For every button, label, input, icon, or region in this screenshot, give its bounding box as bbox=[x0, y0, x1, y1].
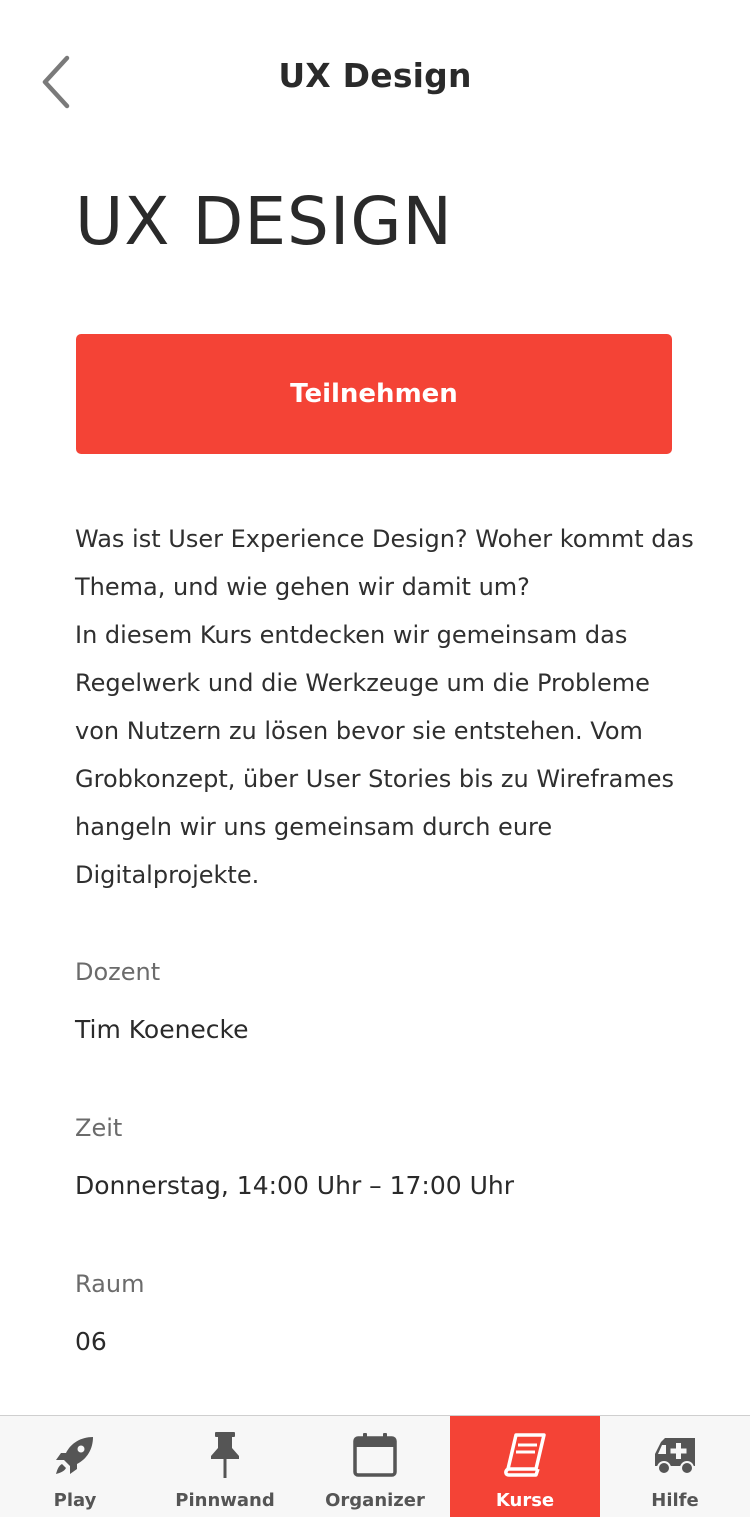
tab-label-pinnwand: Pinnwand bbox=[175, 1490, 275, 1511]
header-bar: UX Design bbox=[0, 0, 750, 156]
tab-label-play: Play bbox=[53, 1490, 97, 1511]
tab-label-kurse: Kurse bbox=[495, 1490, 555, 1511]
pin-icon bbox=[211, 1432, 239, 1478]
room-value: 06 bbox=[75, 1327, 107, 1356]
tab-hilfe[interactable]: Hilfe bbox=[600, 1416, 750, 1517]
book-icon bbox=[504, 1433, 546, 1477]
calendar-icon bbox=[353, 1433, 397, 1477]
time-label: Zeit bbox=[75, 1114, 123, 1142]
tab-organizer[interactable]: Organizer bbox=[300, 1416, 450, 1517]
tab-pinnwand[interactable]: Pinnwand bbox=[150, 1416, 300, 1517]
page-title: UX DESIGN bbox=[75, 183, 453, 260]
tab-label-organizer: Organizer bbox=[325, 1490, 425, 1511]
lecturer-value: Tim Koenecke bbox=[75, 1015, 249, 1044]
header-title: UX Design bbox=[278, 56, 472, 95]
join-button[interactable]: Teilnehmen bbox=[76, 334, 672, 454]
lecturer-label: Dozent bbox=[75, 958, 161, 986]
rocket-icon bbox=[56, 1437, 93, 1474]
tab-label-hilfe: Hilfe bbox=[651, 1490, 699, 1511]
ambulance-icon bbox=[655, 1438, 695, 1475]
tab-play[interactable]: Play bbox=[0, 1416, 150, 1517]
course-description: Was ist User Experience Design? Woher ko… bbox=[75, 525, 694, 889]
tab-kurse[interactable]: Kurse bbox=[450, 1416, 600, 1517]
time-value: Donnerstag, 14:00 Uhr – 17:00 Uhr bbox=[75, 1171, 515, 1200]
room-label: Raum bbox=[75, 1270, 145, 1298]
tab-bar: Play Pinnwand Organizer Kurse Hilfe bbox=[0, 1415, 750, 1517]
